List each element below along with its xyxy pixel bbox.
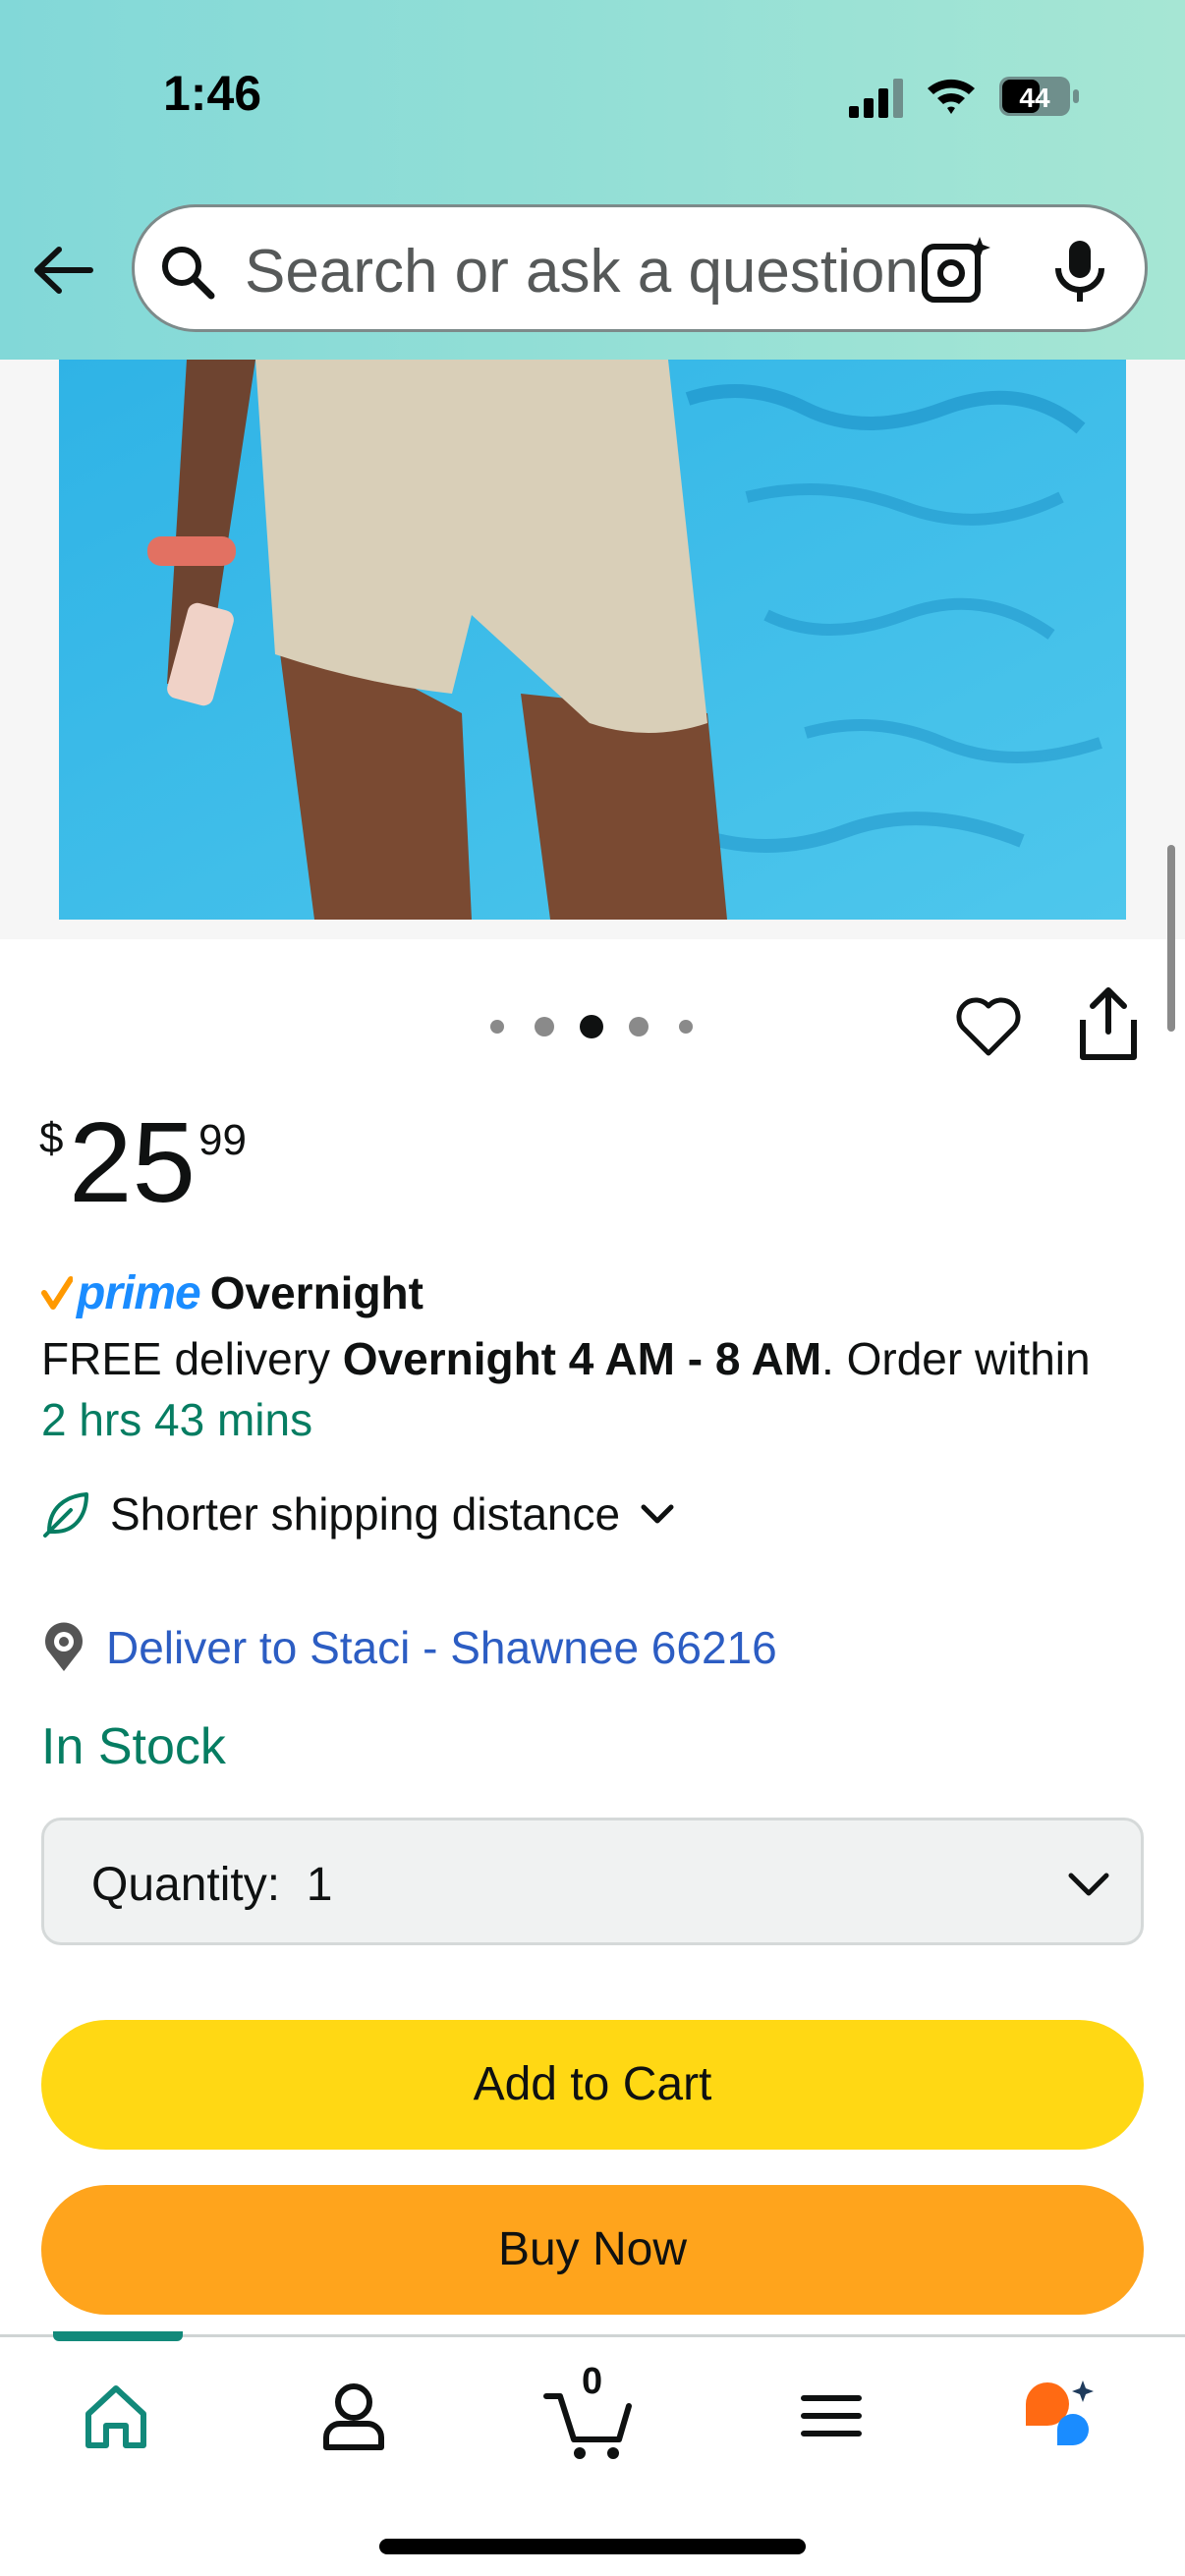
prime-badge: prime Overnight [41, 1263, 423, 1322]
shorter-shipping-label: Shorter shipping distance [110, 1488, 621, 1540]
header: 1:46 44 Search or ask a question [0, 0, 1185, 360]
delivery-prefix: FREE delivery [41, 1333, 343, 1384]
deliver-to-link[interactable]: Deliver to Staci - Shawnee 66216 [41, 1615, 777, 1680]
buy-now-button[interactable]: Buy Now [41, 2185, 1144, 2315]
delivery-message: FREE delivery Overnight 4 AM - 8 AM. Ord… [41, 1332, 1091, 1385]
leaf-icon [43, 1492, 88, 1538]
scroll-indicator [1167, 845, 1175, 1032]
product-image-carousel[interactable] [0, 360, 1185, 1032]
search-icon [162, 247, 215, 300]
prime-label: prime [77, 1266, 201, 1319]
quantity-select[interactable]: Quantity: 1 [41, 1818, 1144, 1945]
cart-button[interactable]: 0 [542, 2361, 641, 2461]
order-countdown: 2 hrs 43 mins [41, 1394, 313, 1445]
product-image [59, 360, 1126, 920]
availability-status: In Stock [41, 1718, 226, 1775]
home-indicator [379, 2539, 806, 2554]
active-tab-indicator [53, 2331, 183, 2341]
rufus-assistant-icon[interactable] [1018, 2375, 1097, 2453]
back-arrow-icon[interactable] [29, 236, 98, 305]
prime-check-icon [41, 1276, 73, 1310]
location-pin-icon [45, 1622, 83, 1671]
delivery-window: Overnight 4 AM - 8 AM [342, 1333, 822, 1384]
battery-icon: 44 [999, 77, 1079, 116]
quantity-value: 1 [306, 1859, 333, 1911]
battery-level: 44 [1019, 83, 1050, 113]
account-icon[interactable] [314, 2377, 393, 2455]
shorter-shipping-toggle[interactable]: Shorter shipping distance [41, 1482, 677, 1546]
menu-icon[interactable] [792, 2377, 871, 2455]
image-pagination-dots [490, 1015, 693, 1038]
share-icon[interactable] [1077, 986, 1140, 1061]
microphone-icon[interactable] [1050, 239, 1109, 304]
search-placeholder: Search or ask a question [245, 238, 919, 306]
heart-icon[interactable] [953, 992, 1024, 1059]
wifi-icon [928, 79, 975, 114]
prime-speed: Overnight [209, 1267, 423, 1318]
delivery-suffix: . Order within [821, 1333, 1091, 1384]
add-to-cart-button[interactable]: Add to Cart [41, 2020, 1144, 2150]
quantity-label: Quantity: 1 [91, 1859, 333, 1911]
search-input[interactable]: Search or ask a question [132, 204, 1148, 332]
deliver-to-text: Deliver to Staci - Shawnee 66216 [106, 1622, 777, 1673]
cellular-signal-icon [849, 79, 903, 118]
chevron-down-icon [641, 1504, 674, 1524]
status-time: 1:46 [163, 66, 262, 121]
price-whole: 25 [69, 1098, 197, 1226]
camera-lens-icon[interactable] [921, 235, 993, 304]
cart-count: 0 [582, 2361, 603, 2402]
home-icon[interactable] [77, 2377, 155, 2455]
price-fraction: 99 [198, 1116, 247, 1164]
price-currency: $ [39, 1114, 64, 1162]
chevron-down-icon [1068, 1873, 1109, 1896]
